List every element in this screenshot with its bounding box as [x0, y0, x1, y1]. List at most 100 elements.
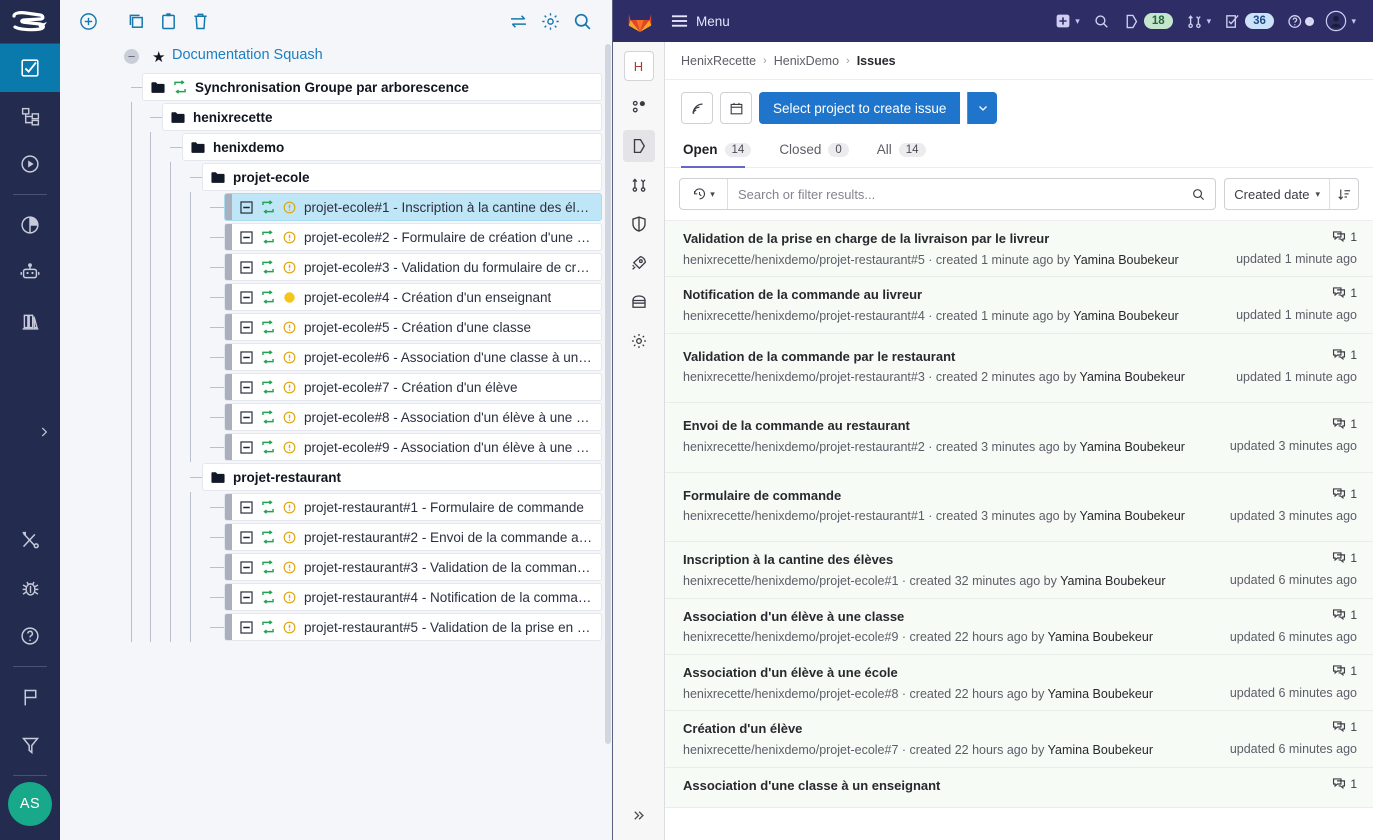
- issue-author[interactable]: Yamina Boubekeur: [1048, 630, 1153, 644]
- add-button[interactable]: [72, 5, 104, 37]
- calendar-button[interactable]: [720, 92, 752, 124]
- tree-node[interactable]: projet-ecole#4 - Création d'un enseignan…: [60, 282, 612, 312]
- collapse-box-icon[interactable]: [240, 411, 253, 424]
- collapse-box-icon[interactable]: [240, 591, 253, 604]
- tree-root-node[interactable]: − ★ Documentation Squash: [60, 42, 612, 72]
- issue-title[interactable]: Association d'une classe à un enseignant: [683, 777, 1322, 795]
- issue-title[interactable]: Création d'un élève: [683, 720, 1220, 738]
- issue-list-item[interactable]: Association d'un élève à une école henix…: [665, 655, 1373, 711]
- tree-node-card[interactable]: projet-ecole#6 - Association d'une class…: [224, 343, 602, 371]
- collapse-box-icon[interactable]: [240, 321, 253, 334]
- issue-reference[interactable]: henixrecette/henixdemo/projet-ecole#1: [683, 574, 898, 588]
- create-issue-dropdown-button[interactable]: [967, 92, 997, 124]
- tree-node[interactable]: −henixdemo: [60, 132, 612, 162]
- issue-author[interactable]: Yamina Boubekeur: [1048, 687, 1153, 701]
- issue-title[interactable]: Formulaire de commande: [683, 487, 1220, 505]
- issue-comment-count[interactable]: 1: [1332, 487, 1357, 501]
- collapse-box-icon[interactable]: [240, 261, 253, 274]
- issue-list-item[interactable]: Association d'une classe à un enseignant…: [665, 768, 1373, 808]
- todos-button[interactable]: 36: [1219, 9, 1279, 34]
- issue-comment-count[interactable]: 1: [1332, 417, 1357, 431]
- tree-node[interactable]: projet-ecole#9 - Association d'un élève …: [60, 432, 612, 462]
- tree-node[interactable]: −Synchronisation Groupe par arborescence: [60, 72, 612, 102]
- issue-author[interactable]: Yamina Boubekeur: [1073, 309, 1178, 323]
- issue-author[interactable]: Yamina Boubekeur: [1060, 574, 1165, 588]
- tree-node[interactable]: projet-ecole#6 - Association d'une class…: [60, 342, 612, 372]
- tree-node-card[interactable]: projet-restaurant#3 - Validation de la c…: [224, 553, 602, 581]
- issue-comment-count[interactable]: 1: [1332, 230, 1357, 244]
- sidebar-collapse-button[interactable]: [626, 802, 652, 828]
- issue-title[interactable]: Notification de la commande au livreur: [683, 286, 1226, 304]
- tree-node-card[interactable]: projet-ecole#4 - Création d'un enseignan…: [224, 283, 602, 311]
- sidebar-item-security[interactable]: [623, 208, 655, 240]
- paste-button[interactable]: [152, 5, 184, 37]
- issue-title[interactable]: Association d'un élève à une école: [683, 664, 1220, 682]
- tree-node[interactable]: projet-ecole#5 - Création d'une classe: [60, 312, 612, 342]
- tab-open[interactable]: Open14: [681, 134, 761, 167]
- issue-reference[interactable]: henixrecette/henixdemo/projet-ecole#9: [683, 630, 898, 644]
- issue-list-item[interactable]: Inscription à la cantine des élèves heni…: [665, 542, 1373, 598]
- group-avatar[interactable]: H: [624, 51, 654, 81]
- tree-node-card[interactable]: projet-ecole#8 - Association d'un élève …: [224, 403, 602, 431]
- sort-direction-button[interactable]: [1330, 179, 1358, 209]
- sidebar-item-milestones[interactable]: [0, 673, 60, 721]
- sidebar-item-reports[interactable]: [0, 201, 60, 249]
- collapse-box-icon[interactable]: [240, 291, 253, 304]
- sort-field-dropdown[interactable]: Created date ▾: [1225, 179, 1330, 209]
- tree-node-card[interactable]: projet-ecole: [202, 163, 602, 191]
- sidebar-item-help[interactable]: [0, 612, 60, 660]
- sidebar-item-automation[interactable]: [0, 249, 60, 297]
- search-button[interactable]: [1088, 9, 1115, 34]
- issue-title[interactable]: Association d'un élève à une classe: [683, 608, 1220, 626]
- issue-author[interactable]: Yamina Boubekeur: [1073, 253, 1178, 267]
- tree-node-card[interactable]: henixdemo: [182, 133, 602, 161]
- collapse-box-icon[interactable]: [240, 231, 253, 244]
- collapse-box-icon[interactable]: [240, 621, 253, 634]
- issue-list-item[interactable]: Validation de la commande par le restaur…: [665, 334, 1373, 403]
- tree-node[interactable]: projet-ecole#3 - Validation du formulair…: [60, 252, 612, 282]
- issue-comment-count[interactable]: 1: [1332, 664, 1357, 678]
- menu-button[interactable]: Menu: [671, 14, 730, 29]
- scrollbar-thumb[interactable]: [605, 44, 611, 744]
- sidebar-item-filters[interactable]: [0, 721, 60, 769]
- search-button[interactable]: [566, 5, 598, 37]
- collapse-box-icon[interactable]: [240, 501, 253, 514]
- collapse-box-icon[interactable]: [240, 351, 253, 364]
- issue-title[interactable]: Validation de la commande par le restaur…: [683, 348, 1226, 366]
- tree-node-card[interactable]: projet-restaurant: [202, 463, 602, 491]
- tree-node-card[interactable]: projet-restaurant#2 - Envoi de la comman…: [224, 523, 602, 551]
- requirements-tree[interactable]: − ★ Documentation Squash−Synchronisation…: [60, 42, 612, 840]
- tab-all[interactable]: All14: [875, 134, 936, 167]
- sidebar-item-packages[interactable]: [623, 286, 655, 318]
- collapse-box-icon[interactable]: [240, 201, 253, 214]
- tab-closed[interactable]: Closed0: [777, 134, 858, 167]
- tree-node[interactable]: projet-restaurant#2 - Envoi de la comman…: [60, 522, 612, 552]
- collapse-box-icon[interactable]: [240, 381, 253, 394]
- sidebar-item-merge-requests[interactable]: [623, 169, 655, 201]
- issue-reference[interactable]: henixrecette/henixdemo/projet-restaurant…: [683, 370, 925, 384]
- tree-node[interactable]: projet-restaurant#4 - Notification de la…: [60, 582, 612, 612]
- issues-button[interactable]: 18: [1118, 9, 1178, 34]
- issue-list-item[interactable]: Formulaire de commande henixrecette/heni…: [665, 473, 1373, 542]
- issue-list-item[interactable]: Création d'un élève henixrecette/henixde…: [665, 711, 1373, 767]
- tree-node-card[interactable]: projet-ecole#2 - Formulaire de création …: [224, 223, 602, 251]
- tree-node-card[interactable]: Synchronisation Groupe par arborescence: [142, 73, 602, 101]
- tree-node-card[interactable]: projet-restaurant#4 - Notification de la…: [224, 583, 602, 611]
- squash-logo[interactable]: [0, 0, 60, 44]
- search-input[interactable]: [728, 187, 1181, 202]
- tree-node-card[interactable]: projet-restaurant#1 - Formulaire de comm…: [224, 493, 602, 521]
- issue-title[interactable]: Envoi de la commande au restaurant: [683, 417, 1220, 435]
- sidebar-item-cicd[interactable]: [623, 247, 655, 279]
- issue-author[interactable]: Yamina Boubekeur: [1080, 509, 1185, 523]
- merge-requests-button[interactable]: ▾: [1181, 9, 1217, 34]
- issue-comment-count[interactable]: 1: [1332, 608, 1357, 622]
- issue-list-item[interactable]: Validation de la prise en charge de la l…: [665, 221, 1373, 277]
- tree-node-card[interactable]: projet-ecole#1 - Inscription à la cantin…: [224, 193, 602, 221]
- issue-author[interactable]: Yamina Boubekeur: [1080, 440, 1185, 454]
- sidebar-item-group-overview[interactable]: [623, 91, 655, 123]
- collapse-box-icon[interactable]: [240, 531, 253, 544]
- tree-node[interactable]: projet-restaurant#1 - Formulaire de comm…: [60, 492, 612, 522]
- sidebar-item-issues[interactable]: [623, 130, 655, 162]
- tree-node[interactable]: projet-restaurant#3 - Validation de la c…: [60, 552, 612, 582]
- tree-node[interactable]: −henixrecette: [60, 102, 612, 132]
